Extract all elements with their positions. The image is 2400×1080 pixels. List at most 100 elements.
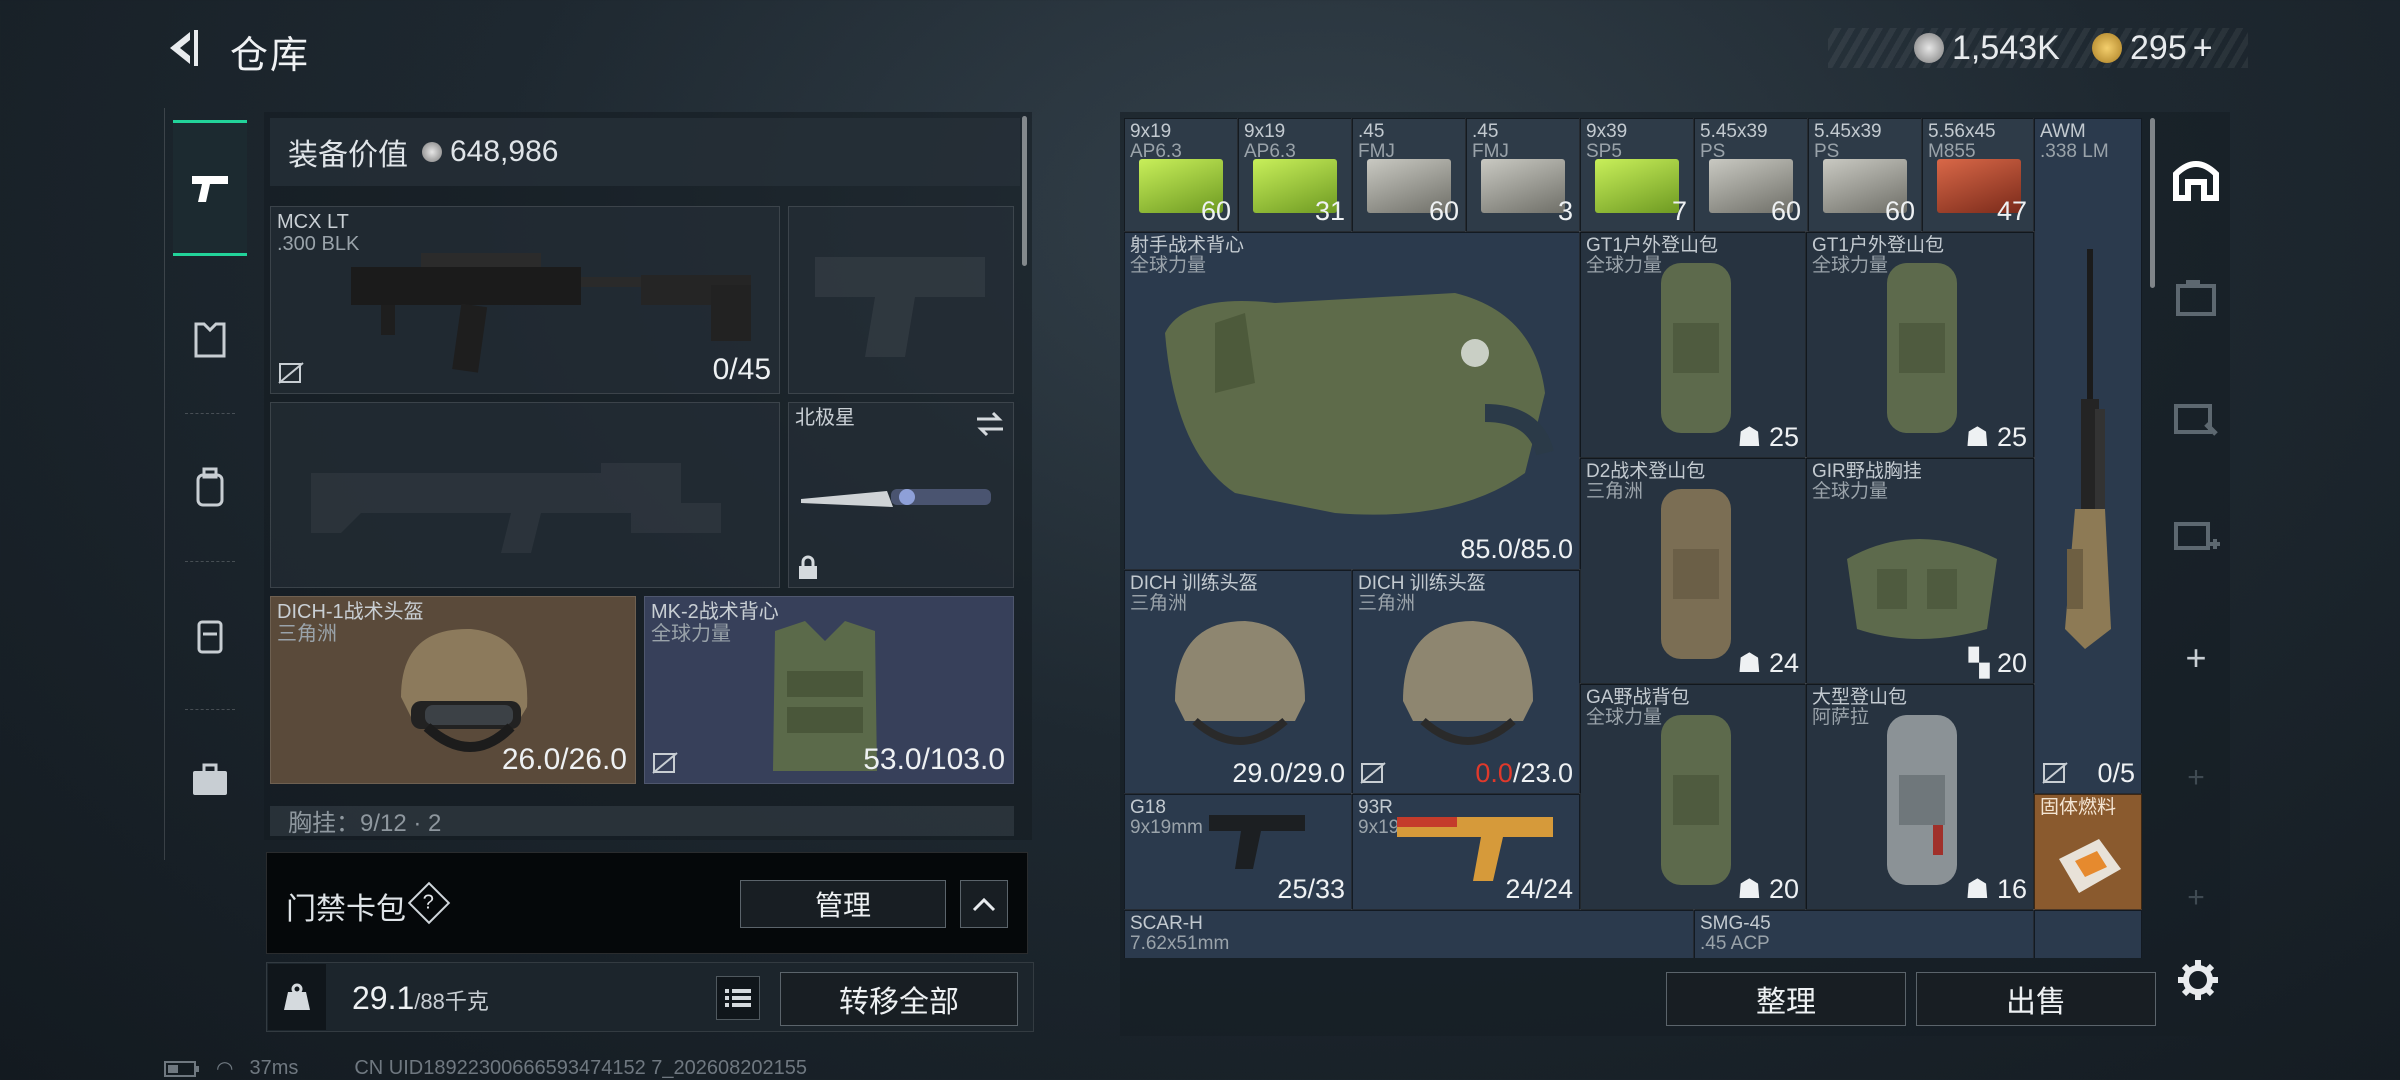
stash-item-smg[interactable]: SMG-45 .45 ACP: [1693, 909, 2035, 958]
equipment-scrollbar[interactable]: [1022, 116, 1027, 266]
melee-name: 北极星: [795, 407, 855, 429]
gold-currency[interactable]: 295 +: [2092, 28, 2213, 68]
armor-slot[interactable]: MK-2战术背心 全球力量 53.0/103.0: [644, 596, 1014, 784]
list-view-button[interactable]: [716, 976, 760, 1020]
settings-button[interactable]: [2170, 952, 2226, 1008]
list-icon: [725, 989, 751, 1007]
backpack-image: [1661, 715, 1731, 885]
pistol-slot[interactable]: [788, 206, 1014, 394]
stash-item-helmet[interactable]: DICH 训练头盔 三角洲 29.0/29.0: [1124, 569, 1353, 795]
no-insurance-icon: [1360, 762, 1386, 784]
transfer-all-button[interactable]: 转移全部: [780, 972, 1018, 1026]
nav-backpack[interactable]: [173, 420, 247, 562]
capacity-icon: ☗: [1965, 874, 1990, 904]
tools-icon: [2174, 404, 2218, 436]
no-insurance-icon: [278, 362, 304, 384]
weight-current: 29.1: [352, 980, 415, 1016]
no-insurance-icon: [652, 752, 678, 774]
tab-stash[interactable]: [2158, 128, 2234, 228]
stash-item-pistol[interactable]: G18 9x19mm 25/33: [1124, 793, 1353, 911]
capacity-icon: ☗: [1965, 422, 1990, 452]
status-bar: ◠ 37ms CN UID18922300666593474152 7_2026…: [164, 1056, 807, 1080]
chevron-up-icon: [972, 897, 996, 912]
back-button[interactable]: [160, 26, 210, 70]
equipment-category-nav: [164, 108, 256, 860]
tab-medical[interactable]: [2158, 484, 2234, 584]
armor-vest-image: [1165, 293, 1554, 515]
nav-weapons[interactable]: [173, 120, 247, 256]
knife-image: [801, 489, 991, 507]
gold-triangle-icon: [2092, 33, 2122, 63]
capacity-icon: ☗: [1737, 422, 1762, 452]
ping-text: 37ms: [249, 1057, 299, 1079]
stash-item-fuel[interactable]: 固体燃料: [2033, 793, 2142, 911]
collapse-button[interactable]: [960, 880, 1008, 928]
stash-grid: 9x19 AP6.3 60 9x19 AP6.3 31 .45 FMJ 60 .45 FMJ 3…: [1124, 118, 2142, 958]
stash-item-awm[interactable]: AWM .338 LM 0/5: [2033, 118, 2142, 795]
armor-durability: 53.0/103.0: [863, 743, 1005, 776]
stash-item-helmet[interactable]: DICH 训练头盔 三角洲 0.0/23.0: [1351, 569, 1581, 795]
nav-pouch[interactable]: [173, 568, 247, 710]
storage-icon: [2176, 280, 2216, 316]
stash-item-pistol[interactable]: 93R 9x19mm 24/24: [1351, 793, 1581, 911]
stash-item-ammo[interactable]: 9x19 AP6.3 60: [1124, 118, 1239, 233]
tab-workshop[interactable]: [2158, 366, 2234, 466]
stash-item-ammo[interactable]: .45 FMJ 60: [1351, 118, 1467, 233]
pouch-icon: [197, 620, 223, 654]
pistol-image: [1209, 815, 1305, 869]
stash-empty-cell[interactable]: [2033, 909, 2142, 958]
equipment-value-amount: 648,986: [450, 135, 559, 168]
stash-scrollbar[interactable]: [2150, 118, 2155, 288]
weapon-ammo-count: 0/45: [712, 353, 771, 386]
silver-currency: 1,543K: [1914, 28, 2060, 68]
tab-storage[interactable]: [2158, 248, 2234, 348]
helmet-image: [1403, 621, 1533, 745]
tab-add-2[interactable]: +: [2158, 728, 2234, 828]
stash-item-ammo[interactable]: 5.45x39 PS 60: [1807, 118, 1923, 233]
stash-item-armor[interactable]: 射手战术背心 全球力量 85.0/85.0: [1124, 231, 1581, 571]
stash-item-chest-rig[interactable]: GIR野战胸挂 全球力量 ▚ 20: [1805, 457, 2035, 685]
weight-value: 29.1/88千克: [352, 980, 489, 1017]
stash-item-backpack[interactable]: GT1户外登山包 全球力量 ☗ 25: [1805, 231, 2035, 459]
tab-add-3[interactable]: +: [2158, 848, 2234, 948]
stash-item-ammo[interactable]: 9x19 AP6.3 31: [1237, 118, 1353, 233]
melee-slot[interactable]: 北极星: [788, 402, 1014, 588]
nav-case[interactable]: [173, 712, 247, 848]
stash-item-rifle[interactable]: SCAR-H 7.62x51mm: [1124, 909, 1695, 958]
chest-rig-image: [1847, 539, 1997, 639]
rifle-image: [351, 253, 751, 373]
ammo-box-image: [1481, 159, 1565, 213]
stash-home-icon: [2173, 161, 2219, 201]
secondary-weapon-slot[interactable]: [270, 402, 780, 588]
stash-item-backpack[interactable]: D2战术登山包 三角洲 ☗ 24: [1579, 457, 1807, 685]
primary-weapon-slot[interactable]: MCX LT .300 BLK 0/45: [270, 206, 780, 394]
equipment-value-label: 装备价值: [288, 139, 408, 172]
stash-item-backpack[interactable]: 大型登山包 阿萨拉 ☗ 16: [1805, 683, 2035, 911]
stash-item-backpack[interactable]: GT1户外登山包 全球力量 ☗ 25: [1579, 231, 1807, 459]
add-icon: +: [2187, 761, 2205, 794]
swap-icon[interactable]: [975, 411, 1005, 437]
stash-item-backpack[interactable]: GA野战背包 全球力量 ☗ 20: [1579, 683, 1807, 911]
sell-button[interactable]: 出售: [1916, 972, 2156, 1026]
stash-item-ammo[interactable]: 5.56x45 M855 47: [1921, 118, 2035, 233]
weight-max: /88千克: [414, 989, 489, 1014]
stash-item-ammo[interactable]: .45 FMJ 3: [1465, 118, 1581, 233]
stash-item-ammo[interactable]: 9x39 SP5 7: [1579, 118, 1695, 233]
rifle-silhouette-icon: [311, 463, 721, 553]
lock-icon: [799, 555, 817, 579]
pistol-icon: [192, 176, 228, 202]
add-currency-icon[interactable]: +: [2193, 29, 2213, 68]
vest-icon: ▚: [1968, 648, 1990, 678]
manage-button[interactable]: 管理: [740, 880, 946, 928]
capacity-icon: ☗: [1737, 648, 1762, 678]
chest-rig-summary[interactable]: 胸挂：9/12 · 2: [270, 806, 1014, 836]
add-icon: +: [2185, 637, 2207, 678]
stash-item-ammo[interactable]: 5.45x39 PS 60: [1693, 118, 1809, 233]
nav-armor[interactable]: [173, 272, 247, 414]
capacity-icon: ☗: [1737, 874, 1762, 904]
tab-add-1[interactable]: +: [2158, 608, 2234, 708]
sort-button[interactable]: 整理: [1666, 972, 1906, 1026]
medical-icon: [2174, 522, 2220, 550]
back-arrow-icon: [170, 30, 198, 66]
helmet-slot[interactable]: DICH-1战术头盔 三角洲 26.0/26.0: [270, 596, 636, 784]
